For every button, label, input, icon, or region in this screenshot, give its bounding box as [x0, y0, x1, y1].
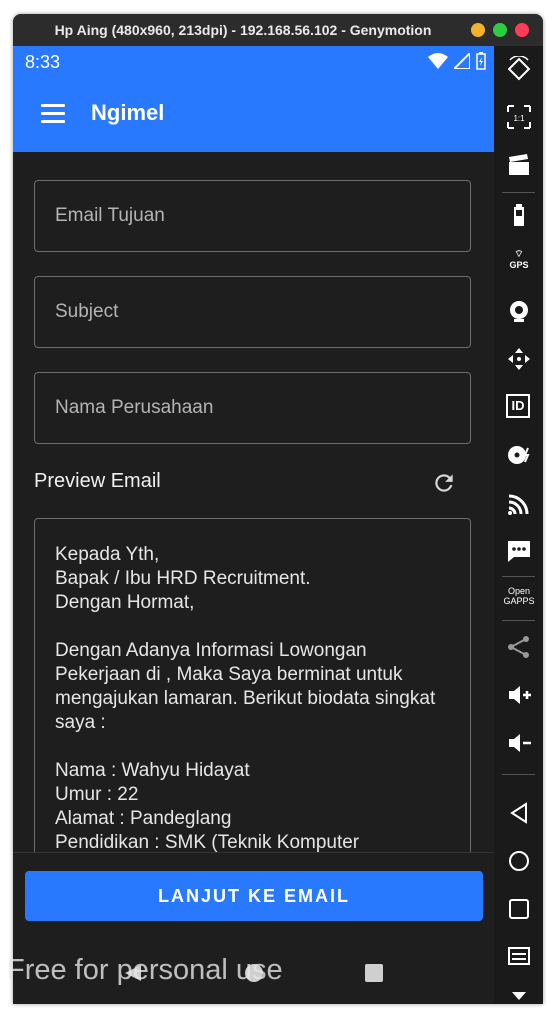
menu-button-icon[interactable] [506, 944, 532, 970]
back-button-icon[interactable] [506, 800, 532, 826]
dpad-icon[interactable] [506, 346, 532, 372]
rotate-icon[interactable] [506, 56, 532, 82]
subject-field-container [34, 276, 471, 348]
maximize-button[interactable] [493, 23, 507, 37]
continue-to-email-button[interactable]: LANJUT KE EMAIL [25, 871, 483, 921]
form-content: Preview Email Kepada Yth, Bapak / Ibu HR… [13, 152, 494, 918]
screencast-icon[interactable] [506, 152, 532, 178]
preview-label: Preview Email [34, 470, 161, 492]
pixel-perfect-icon[interactable]: 1:1 [506, 104, 532, 130]
gps-icon[interactable]: ⌔ GPS [506, 250, 532, 276]
status-bar: 8:33 [13, 46, 494, 76]
battery-icon [476, 52, 486, 70]
menu-icon[interactable] [41, 104, 65, 124]
sms-icon[interactable] [506, 538, 532, 564]
app-bar: Ngimel [13, 76, 494, 152]
status-time: 8:33 [25, 52, 61, 72]
home-button-icon[interactable] [506, 848, 532, 874]
volume-up-icon[interactable] [506, 682, 532, 708]
share-icon[interactable] [506, 634, 532, 660]
recents-button-icon[interactable] [506, 896, 532, 922]
recents-icon[interactable] [364, 963, 384, 983]
open-gapps-icon[interactable]: Open GAPPS [500, 586, 538, 612]
window-titlebar: Hp Aing (480x960, 213dpi) - 192.168.56.1… [13, 14, 543, 46]
wifi-icon [428, 53, 448, 69]
email-input[interactable] [35, 181, 470, 251]
close-button[interactable] [515, 23, 529, 37]
phone-screen: 8:33 Ngimel Preview Email [13, 46, 494, 1004]
emulator-window: Hp Aing (480x960, 213dpi) - 192.168.56.1… [13, 14, 543, 1004]
company-field-container [34, 372, 471, 444]
app-title: Ngimel [91, 100, 165, 125]
cast-icon[interactable] [506, 490, 532, 516]
webcam-icon[interactable] [506, 298, 532, 324]
scroll-down-icon[interactable] [506, 982, 532, 1004]
minimize-button[interactable] [471, 23, 485, 37]
gps-label: GPS [509, 260, 529, 270]
disk-io-icon[interactable] [506, 442, 532, 468]
window-title: Hp Aing (480x960, 213dpi) - 192.168.56.1… [54, 22, 432, 38]
genymotion-sidebar: 1:1 ⌔ GPS ID Open GAPPS [494, 46, 543, 1004]
volume-down-icon[interactable] [506, 730, 532, 756]
signal-icon [454, 53, 470, 69]
email-preview-text: Kepada Yth, Bapak / Ibu HRD Recruitment.… [55, 544, 436, 853]
watermark: Free for personal use [7, 954, 283, 986]
subject-input[interactable] [35, 277, 470, 347]
company-input[interactable] [35, 373, 470, 443]
svg-text:1:1: 1:1 [513, 114, 525, 123]
email-field-container [34, 180, 471, 252]
device-id-icon[interactable]: ID [506, 394, 530, 418]
refresh-icon[interactable] [431, 470, 457, 496]
battery-icon[interactable] [506, 202, 532, 228]
